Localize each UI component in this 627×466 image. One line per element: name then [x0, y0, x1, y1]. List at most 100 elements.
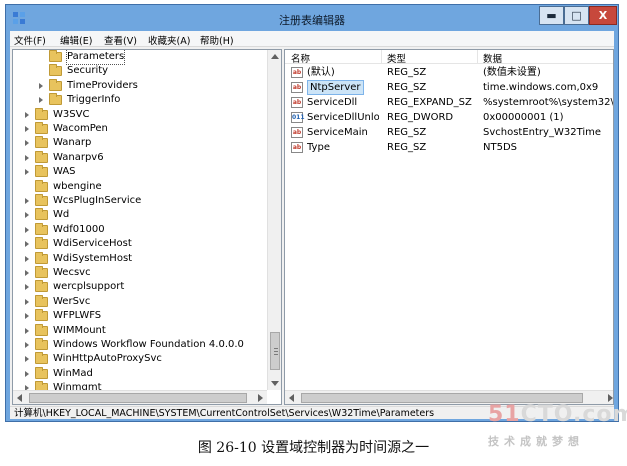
tree-item[interactable]: WIMMount: [13, 323, 267, 338]
tree-item-label: WIMMount: [53, 324, 106, 336]
folder-icon: [35, 179, 48, 192]
maximize-button[interactable]: □: [564, 6, 589, 25]
expand-arrow-icon[interactable]: [25, 212, 29, 219]
value-data: %systemroot%\system32\w32time.dll: [483, 97, 614, 108]
tree-item-label: TriggerInfo: [67, 94, 121, 106]
scroll-down-icon[interactable]: [271, 381, 279, 386]
title-bar: 注册表编辑器 ▬ □ X: [6, 5, 618, 31]
value-row[interactable]: ab NtpServer REG_SZ time.windows.com,0x9: [285, 80, 613, 95]
scroll-right-icon[interactable]: [258, 394, 263, 402]
value-row[interactable]: ab Type REG_SZ NT5DS: [285, 140, 613, 155]
folder-icon: [49, 93, 62, 106]
value-data: (数值未设置): [483, 67, 541, 78]
value-type: REG_EXPAND_SZ: [387, 97, 472, 108]
tree-item[interactable]: TriggerInfo: [13, 93, 267, 107]
expand-arrow-icon[interactable]: [25, 313, 29, 320]
expand-arrow-icon[interactable]: [25, 342, 29, 348]
value-row[interactable]: ab ServiceDll REG_EXPAND_SZ %systemroot%\sy…: [285, 95, 614, 110]
tree-item[interactable]: WinHttpAutoProxySvc: [13, 352, 267, 366]
tree-item[interactable]: wercplsupport: [13, 280, 267, 294]
tree-item[interactable]: Wanarp: [13, 136, 267, 150]
value-name: Type: [307, 142, 330, 153]
expand-arrow-icon[interactable]: [25, 169, 29, 176]
scroll-left-icon[interactable]: [17, 394, 22, 402]
tree-item[interactable]: WerSvc: [13, 294, 267, 309]
folder-icon: [35, 352, 48, 365]
tree-item[interactable]: Parameters: [13, 50, 267, 65]
scroll-left-icon[interactable]: [289, 394, 294, 402]
tree-item[interactable]: W3SVC: [13, 107, 267, 122]
expand-arrow-icon[interactable]: [25, 356, 29, 363]
expand-arrow-icon[interactable]: [25, 327, 29, 334]
expand-arrow-icon[interactable]: [25, 370, 29, 377]
expand-arrow-icon[interactable]: [25, 284, 29, 291]
string-value-icon: ab: [291, 127, 303, 138]
tree-item-label: Wanarpv6: [53, 151, 104, 163]
tree-hscroll-thumb[interactable]: [29, 393, 247, 403]
tree-item[interactable]: WAS: [13, 165, 267, 179]
menu-help[interactable]: 帮助(H): [200, 33, 234, 47]
tree-item[interactable]: TimeProviders: [13, 78, 267, 93]
expand-arrow-icon[interactable]: [25, 255, 29, 262]
scroll-up-icon[interactable]: [271, 54, 279, 59]
value-list[interactable]: 名称 类型 数据 ab (默认) REG_SZ (数值未设置) ab NtpServer R…: [284, 49, 614, 405]
expand-arrow-icon[interactable]: [25, 198, 29, 204]
menu-file[interactable]: 文件(F): [14, 33, 46, 47]
minimize-button[interactable]: ▬: [539, 6, 564, 25]
client-area: 文件(F) 编辑(E) 查看(V) 收藏夹(A) 帮助(H) Parameter…: [10, 31, 614, 419]
tree-item[interactable]: WFPLWFS: [13, 309, 267, 323]
tree-item[interactable]: WdiServiceHost: [13, 237, 267, 251]
folder-icon: [35, 107, 48, 120]
expand-arrow-icon[interactable]: [25, 154, 29, 161]
tree-item-label: WFPLWFS: [53, 310, 102, 322]
scroll-right-icon[interactable]: [608, 394, 613, 402]
tree-horizontal-scrollbar[interactable]: [13, 390, 267, 404]
column-header-name[interactable]: 名称: [291, 51, 310, 65]
value-row[interactable]: ab ServiceMain REG_SZ SvchostEntry_W32Time: [285, 125, 613, 140]
menu-bar: 文件(F) 编辑(E) 查看(V) 收藏夹(A) 帮助(H): [10, 31, 614, 47]
tree-item-label: Wdf01000: [53, 223, 105, 235]
tree-item[interactable]: WcsPlugInService: [13, 194, 267, 208]
expand-arrow-icon[interactable]: [25, 241, 29, 248]
menu-view[interactable]: 查看(V): [104, 33, 137, 47]
tree-item[interactable]: Wanarpv6: [13, 150, 267, 165]
binary-value-icon: 011: [291, 112, 305, 123]
tree-item[interactable]: WdiSystemHost: [13, 251, 267, 266]
watermark-logo-a: 51: [488, 402, 521, 427]
folder-icon: [35, 280, 48, 293]
column-header-data[interactable]: 数据: [483, 51, 502, 65]
tree-item[interactable]: Security: [13, 64, 267, 78]
expand-arrow-icon[interactable]: [25, 126, 29, 132]
tree-vertical-scrollbar[interactable]: [267, 50, 281, 390]
column-header-type[interactable]: 类型: [387, 51, 406, 65]
folder-icon: [35, 150, 48, 163]
tree-item[interactable]: wbengine: [13, 179, 267, 194]
value-type: REG_SZ: [387, 82, 427, 93]
expand-arrow-icon[interactable]: [25, 111, 29, 118]
value-row[interactable]: ab (默认) REG_SZ (数值未设置): [285, 65, 613, 80]
tree-item[interactable]: Wecsvc: [13, 266, 267, 280]
tree-scroll-thumb[interactable]: [270, 332, 280, 370]
folder-icon: [35, 194, 48, 206]
expand-arrow-icon[interactable]: [39, 97, 43, 104]
menu-edit[interactable]: 编辑(E): [60, 33, 92, 47]
key-tree[interactable]: Parameters Security TimeProviders TriggerIn…: [12, 49, 282, 405]
value-data: NT5DS: [483, 142, 517, 153]
expand-arrow-icon[interactable]: [39, 82, 43, 89]
expand-arrow-icon[interactable]: [25, 140, 29, 147]
tree-item[interactable]: WacomPen: [13, 122, 267, 136]
value-name: NtpServer: [307, 80, 364, 95]
close-button[interactable]: X: [589, 6, 617, 25]
folder-icon: [49, 50, 62, 62]
menu-favorites[interactable]: 收藏夹(A): [148, 33, 190, 47]
tree-item[interactable]: Windows Workflow Foundation 4.0.0.0: [13, 338, 267, 352]
value-row[interactable]: 011ServiceDllUnlo... REG_DWORD 0x00000001 …: [285, 110, 613, 125]
tree-item[interactable]: Wdf01000: [13, 222, 267, 237]
expand-arrow-icon[interactable]: [25, 298, 29, 305]
tree-item[interactable]: Wd: [13, 208, 267, 222]
expand-arrow-icon[interactable]: [25, 226, 29, 233]
folder-icon: [35, 237, 48, 250]
registry-editor-window: 注册表编辑器 ▬ □ X 文件(F) 编辑(E) 查看(V) 收藏夹(A) 帮助…: [5, 4, 619, 422]
tree-item[interactable]: WinMad: [13, 366, 267, 381]
expand-arrow-icon[interactable]: [25, 270, 29, 276]
